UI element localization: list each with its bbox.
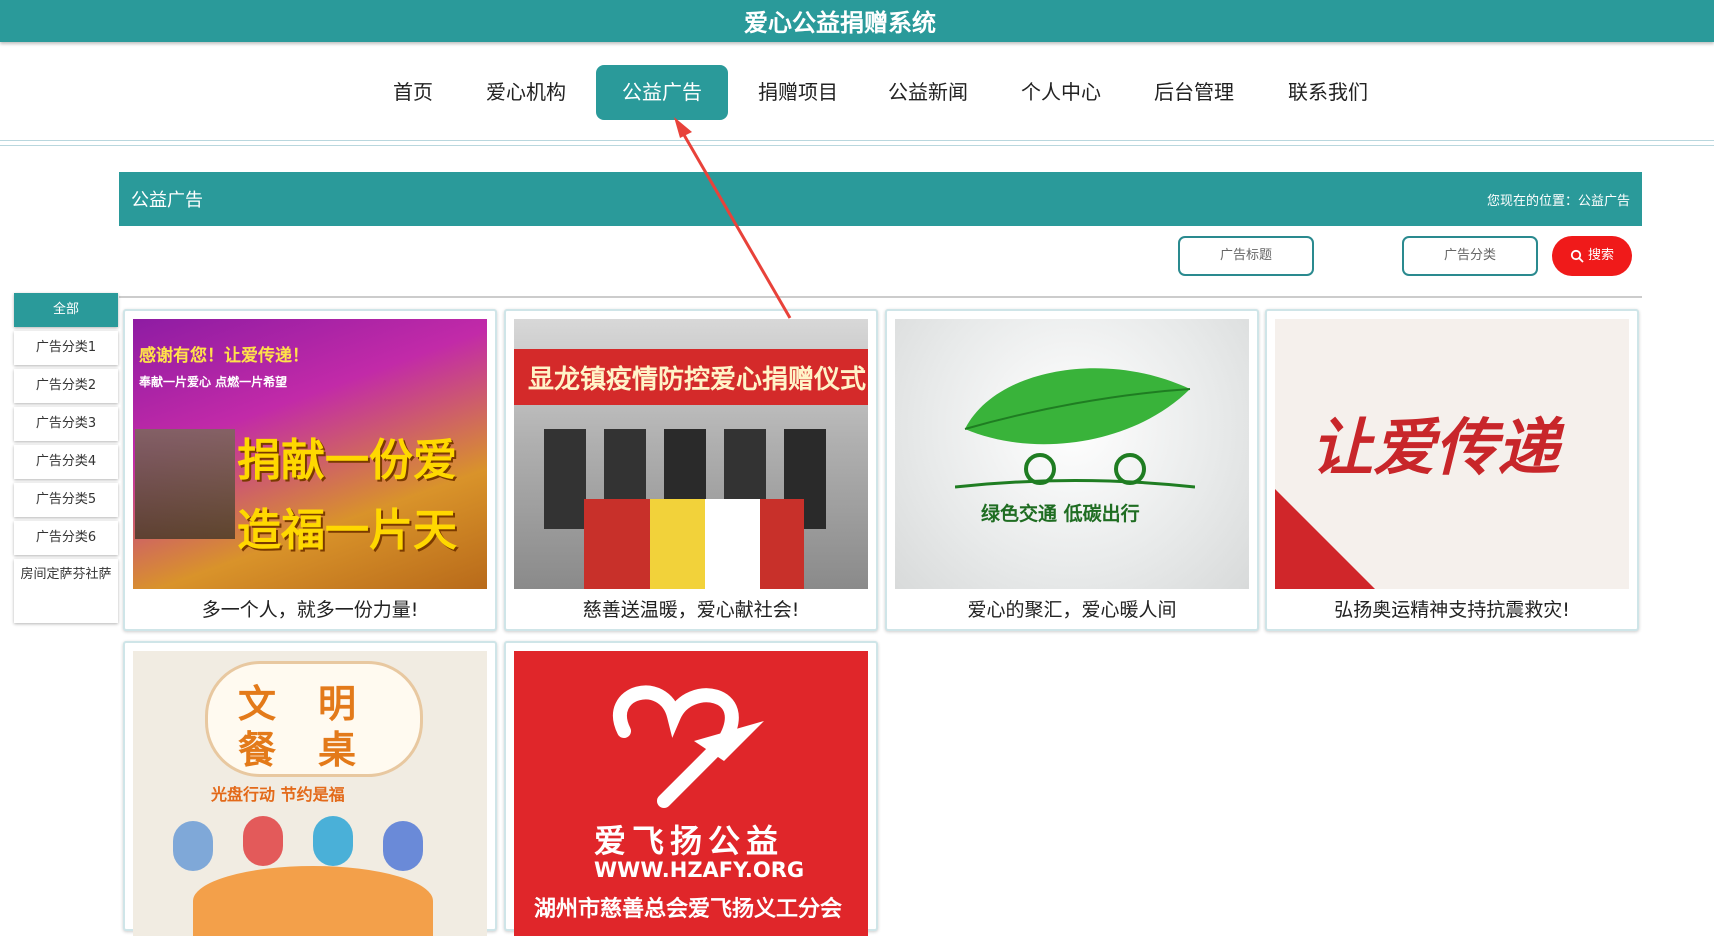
search-button-label: 搜索 [1587,248,1614,263]
poster-text: 捐献一份爱 [237,435,457,486]
ad-poster-image: 爱飞扬公益 WWW.HZAFY.ORG 湖州市慈善总会爱飞扬义工分会 [514,651,868,936]
ad-card-title: 慈善送温暖，爱心献社会! [582,599,800,621]
poster-text: 感谢有您！让爱传递！ [139,346,309,366]
poster-text: 桌 [318,727,357,772]
poster-text: 让爱传递 [1311,411,1560,484]
sidebar-item-category4[interactable]: 广告分类4 [14,445,118,479]
sidebar-item-category5[interactable]: 广告分类5 [14,483,118,517]
section-header: 公益广告 您现在的位置：公益广告 [119,172,1642,226]
sidebar-item-all[interactable]: 全部 [14,293,118,327]
ad-poster-image: 显龙镇疫情防控爱心捐赠仪式 [514,319,868,589]
poster-text: 奉献一片爱心 点燃一片希望 [139,375,288,389]
donation-goods [584,499,804,589]
poster-text: 造福一片天 [237,505,457,556]
ad-title-input[interactable]: 广告标题 [1178,236,1314,276]
search-icon [1570,249,1584,263]
ad-category-input[interactable]: 广告分类 [1402,236,1538,276]
main-nav: 首页 爱心机构 公益广告 捐赠项目 公益新闻 个人中心 后台管理 联系我们 [0,65,1714,121]
ad-card-title: 爱心的聚汇，爱心暖人间 [967,599,1177,621]
ad-poster-image: 绿色交通 低碳出行 [895,319,1249,589]
family-member [383,821,423,871]
sidebar-item-category3[interactable]: 广告分类3 [14,407,118,441]
poster-text: 显龙镇疫情防控爱心捐赠仪式 [528,365,867,395]
sidebar-item-category2[interactable]: 广告分类2 [14,369,118,403]
nav-charity-news[interactable]: 公益新闻 [878,65,978,120]
poster-text: 光盘行动 节约是福 [211,785,345,804]
ad-poster-image: 让爱传递 [1275,319,1629,589]
ad-poster-image: 感谢有您！让爱传递！ 奉献一片爱心 点燃一片希望 捐献一份爱 造福一片天 [133,319,487,589]
sidebar-item-category6[interactable]: 广告分类6 [14,521,118,555]
ad-card[interactable]: 绿色交通 低碳出行 爱心的聚汇，爱心暖人间 [885,309,1259,631]
nav-user-center[interactable]: 个人中心 [1011,65,1111,120]
nav-donation-projects[interactable]: 捐赠项目 [748,65,848,120]
ad-card[interactable]: 显龙镇疫情防控爱心捐赠仪式 慈善送温暖，爱心献社会! [504,309,878,631]
breadcrumb: 您现在的位置：公益广告 [1486,194,1630,209]
poster-text: WWW.HZAFY.ORG [594,858,805,882]
top-header-bar: 爱心公益捐赠系统 [0,0,1714,42]
children-photo [135,429,235,539]
content-divider [119,296,1642,298]
poster-text: 绿色交通 低碳出行 [981,503,1140,525]
family-member [173,821,213,871]
ad-card[interactable]: 文 明 餐 桌 光盘行动 节约是福 [123,641,497,936]
sidebar-item-category7[interactable]: 房间定萨芬社萨 [14,559,118,623]
family-member [313,816,353,866]
ad-card[interactable]: 爱飞扬公益 WWW.HZAFY.ORG 湖州市慈善总会爱飞扬义工分会 [504,641,878,936]
ad-card[interactable]: 感谢有您！让爱传递！ 奉献一片爱心 点燃一片希望 捐献一份爱 造福一片天 多一个… [123,309,497,631]
red-corner-decoration [1275,489,1375,589]
poster-text: 餐 [238,727,277,772]
dining-table [193,866,433,936]
nav-contact[interactable]: 联系我们 [1278,65,1378,120]
nav-divider [0,140,1714,146]
ad-card[interactable]: 让爱传递 弘扬奥运精神支持抗震救灾! [1265,309,1639,631]
ad-card-title: 弘扬奥运精神支持抗震救灾! [1334,599,1570,621]
leaf-car-icon [955,368,1195,489]
family-member [243,816,283,866]
category-sidebar: 全部 广告分类1 广告分类2 广告分类3 广告分类4 广告分类5 广告分类6 房… [14,293,118,627]
poster-text: 湖州市慈善总会爱飞扬义工分会 [534,896,843,922]
heart-ribbon-logo [613,685,764,808]
sidebar-item-category1[interactable]: 广告分类1 [14,331,118,365]
nav-home[interactable]: 首页 [378,65,448,120]
nav-admin[interactable]: 后台管理 [1144,65,1244,120]
search-button[interactable]: 搜索 [1552,236,1632,276]
poster-text: 爱飞扬公益 [594,822,785,860]
nav-charity-orgs[interactable]: 爱心机构 [476,65,576,120]
nav-public-ads[interactable]: 公益广告 [596,65,728,120]
section-title: 公益广告 [131,190,203,211]
ad-poster-image: 文 明 餐 桌 光盘行动 节约是福 [133,651,487,936]
ad-card-title: 多一个人，就多一份力量! [201,599,419,621]
site-title: 爱心公益捐赠系统 [744,9,936,37]
